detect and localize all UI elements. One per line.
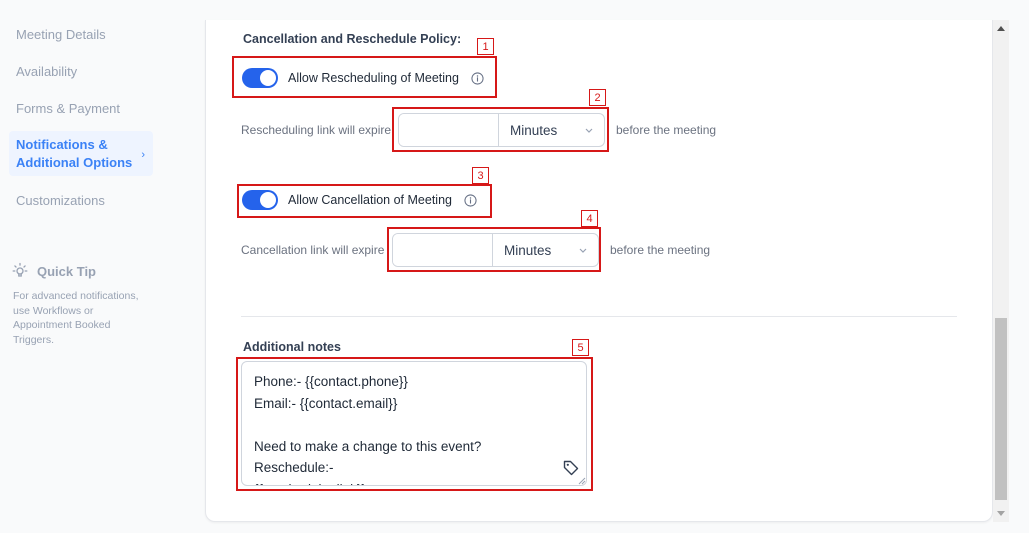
scroll-down-icon[interactable] — [997, 511, 1005, 516]
notes-heading: Additional notes — [243, 340, 341, 354]
annotation-label-5: 5 — [572, 339, 589, 356]
nav-customizations[interactable]: Customizations — [9, 182, 153, 218]
reschedule-expire-label: Rescheduling link will expire — [241, 123, 392, 137]
quick-tip-text: For advanced notifications, use Workflow… — [13, 290, 139, 346]
nav-label: Customizations — [16, 192, 105, 208]
policy-heading: Cancellation and Reschedule Policy: — [243, 32, 462, 46]
annotation-label-1: 1 — [477, 38, 494, 55]
nav-meeting-details[interactable]: Meeting Details — [9, 16, 153, 52]
vertical-scrollbar[interactable] — [993, 20, 1009, 522]
reschedule-suffix: before the meeting — [616, 123, 717, 137]
annotation-box-2 — [392, 107, 609, 152]
nav-label: Availability — [16, 63, 78, 79]
annotation-label-4: 4 — [581, 210, 598, 227]
quick-tip-heading: Quick Tip — [11, 262, 96, 280]
nav-label: Meeting Details — [16, 26, 106, 42]
scroll-up-icon[interactable] — [997, 26, 1005, 31]
chevron-right-icon: › — [141, 149, 145, 161]
annotation-box-4 — [387, 227, 601, 272]
section-divider — [241, 316, 957, 317]
nav-notifications-options[interactable]: Notifications & Additional Options › — [9, 131, 153, 176]
cancellation-expire-label: Cancellation link will expire — [241, 243, 385, 257]
cancellation-suffix: before the meeting — [610, 243, 711, 257]
annotation-box-1 — [232, 56, 497, 98]
annotation-box-3 — [237, 184, 492, 218]
annotation-label-2: 2 — [589, 89, 606, 106]
lightbulb-icon — [12, 262, 28, 277]
nav-label: Notifications & Additional Options — [16, 136, 133, 170]
nav-forms-payment[interactable]: Forms & Payment — [9, 90, 153, 126]
annotation-box-5 — [236, 357, 593, 491]
nav-availability[interactable]: Availability — [9, 53, 153, 89]
quick-tip-title: Quick Tip — [37, 263, 96, 279]
annotation-label-3: 3 — [472, 167, 489, 184]
nav-label: Forms & Payment — [16, 100, 121, 116]
sidebar: Meeting Details Availability Forms & Pay… — [0, 0, 160, 533]
scroll-thumb[interactable] — [995, 318, 1007, 500]
